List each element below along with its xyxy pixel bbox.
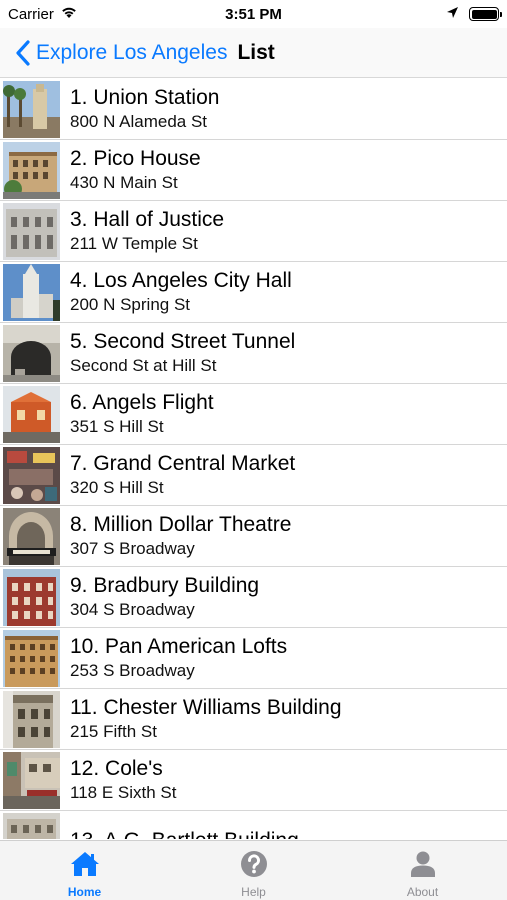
help-icon xyxy=(240,851,267,877)
place-thumbnail xyxy=(3,141,60,199)
tab-help[interactable]: Help xyxy=(169,841,338,900)
list-item[interactable]: 9. Bradbury Building 304 S Broadway xyxy=(0,567,507,628)
place-thumbnail xyxy=(3,568,60,626)
list-item[interactable]: 6. Angels Flight 351 S Hill St xyxy=(0,384,507,445)
place-thumbnail xyxy=(3,202,60,260)
person-icon xyxy=(410,851,435,877)
place-address: 351 S Hill St xyxy=(70,417,164,436)
tab-about-label: About xyxy=(406,885,439,899)
place-address: Second St at Hill St xyxy=(70,356,217,375)
place-title: 10. Pan American Lofts xyxy=(70,635,288,658)
tab-bar: Home Help About xyxy=(0,840,507,900)
list-item[interactable]: 1. Union Station 800 N Alameda St xyxy=(0,79,507,140)
place-title: 1. Union Station xyxy=(70,86,220,109)
list-item[interactable]: 12. Cole's 118 E Sixth St xyxy=(0,750,507,811)
list-item[interactable]: 5. Second Street Tunnel Second St at Hil… xyxy=(0,323,507,384)
place-title: 3. Hall of Justice xyxy=(70,208,225,231)
place-address: 430 N Main St xyxy=(70,173,178,192)
place-title: 6. Angels Flight xyxy=(70,391,214,414)
location-arrow-icon xyxy=(446,6,459,23)
carrier-label: Carrier xyxy=(8,5,54,23)
place-title: 11. Chester Williams Building xyxy=(70,696,342,719)
home-icon xyxy=(70,852,99,876)
navigation-bar: Explore Los Angeles List xyxy=(0,28,507,78)
place-thumbnail xyxy=(3,324,60,382)
place-address: 307 S Broadway xyxy=(70,539,195,558)
place-address: 118 E Sixth St xyxy=(70,783,177,802)
tab-home-label: Home xyxy=(67,885,102,899)
list-item[interactable]: 8. Million Dollar Theatre 307 S Broadway xyxy=(0,506,507,567)
place-thumbnail xyxy=(3,629,60,687)
tab-about[interactable]: About xyxy=(338,841,507,900)
place-thumbnail xyxy=(3,690,60,748)
place-thumbnail xyxy=(3,507,60,565)
status-left: Carrier xyxy=(8,5,78,23)
place-thumbnail xyxy=(3,385,60,443)
list-item[interactable]: 10. Pan American Lofts 253 S Broadway xyxy=(0,628,507,689)
place-thumbnail xyxy=(3,263,60,321)
place-title: 2. Pico House xyxy=(70,147,201,170)
place-thumbnail xyxy=(3,751,60,809)
list-item[interactable]: 13. A.G. Bartlett Building xyxy=(0,811,507,839)
back-button[interactable]: Explore Los Angeles xyxy=(14,39,227,67)
list-item[interactable]: 11. Chester Williams Building 215 Fifth … xyxy=(0,689,507,750)
place-title: 4. Los Angeles City Hall xyxy=(70,269,292,292)
place-title: 7. Grand Central Market xyxy=(70,452,296,475)
place-address: 211 W Temple St xyxy=(70,234,198,253)
list-item[interactable]: 7. Grand Central Market 320 S Hill St xyxy=(0,445,507,506)
place-address: 320 S Hill St xyxy=(70,478,164,497)
place-thumbnail xyxy=(3,812,60,839)
status-right xyxy=(446,6,502,23)
place-title: 9. Bradbury Building xyxy=(70,574,260,597)
place-title: 12. Cole's xyxy=(70,757,163,780)
place-title: 5. Second Street Tunnel xyxy=(70,330,296,353)
list-item[interactable]: 4. Los Angeles City Hall 200 N Spring St xyxy=(0,262,507,323)
chevron-left-icon xyxy=(16,39,30,66)
place-thumbnail xyxy=(3,446,60,504)
battery-icon xyxy=(469,7,502,21)
place-address: 200 N Spring St xyxy=(70,295,191,314)
status-bar: Carrier 3:51 PM xyxy=(0,0,507,28)
place-address: 800 N Alameda St xyxy=(70,112,208,131)
list-item[interactable]: 2. Pico House 430 N Main St xyxy=(0,140,507,201)
place-address: 215 Fifth St xyxy=(70,722,157,741)
places-list: 1. Union Station 800 N Alameda St 2. Pic… xyxy=(0,79,507,839)
place-address: 253 S Broadway xyxy=(70,661,195,680)
back-button-label: Explore Los Angeles xyxy=(36,40,228,64)
place-address: 304 S Broadway xyxy=(70,600,195,619)
place-title: 13. A.G. Bartlett Building xyxy=(70,828,299,839)
tab-help-label: Help xyxy=(241,885,266,899)
place-title: 8. Million Dollar Theatre xyxy=(70,513,292,536)
place-thumbnail xyxy=(3,80,60,138)
list-item[interactable]: 3. Hall of Justice 211 W Temple St xyxy=(0,201,507,262)
tab-home[interactable]: Home xyxy=(0,841,169,900)
wifi-icon xyxy=(60,5,78,23)
page-title: List xyxy=(237,40,275,64)
